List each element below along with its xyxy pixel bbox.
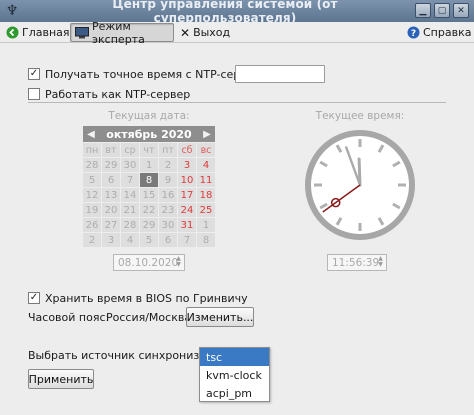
- calendar-day[interactable]: 29: [102, 158, 120, 172]
- calendar-day[interactable]: 7: [121, 173, 139, 187]
- calendar-day[interactable]: 4: [197, 158, 215, 172]
- current-time-caption: Текущее время:: [315, 110, 405, 122]
- calendar-day[interactable]: 3: [178, 158, 196, 172]
- help-button[interactable]: ? Справка: [403, 23, 474, 42]
- calendar-day[interactable]: 2: [159, 158, 177, 172]
- calendar-day[interactable]: 20: [102, 203, 120, 217]
- svg-text:?: ?: [411, 29, 416, 39]
- ntp-server-mode-label: Работать как NTP-сервер: [45, 88, 191, 101]
- monitor-icon: [75, 26, 89, 39]
- calendar-day[interactable]: 5: [83, 173, 101, 187]
- calendar-day[interactable]: 1: [197, 218, 215, 232]
- calendar-weekday: пн: [83, 143, 101, 157]
- close-x-icon: ✕: [180, 25, 191, 40]
- window-titlebar[interactable]: ♆ Центр управления системой (от суперпол…: [0, 0, 474, 25]
- calendar-day[interactable]: 28: [121, 218, 139, 232]
- calendar-day[interactable]: 30: [121, 158, 139, 172]
- calendar-grid: пн вт ср чт пт сб вс 28 29 30 1 2 3 4 5 6 7 8 9 10 11 12 13 14 1…: [83, 143, 215, 247]
- sync-source-option[interactable]: acpi_pm: [200, 384, 269, 402]
- ntp-server-mode-checkbox[interactable]: [28, 88, 40, 100]
- spin-arrows-icon[interactable]: ▲ ▼: [174, 256, 183, 269]
- calendar-day[interactable]: 3: [102, 233, 120, 247]
- bios-utc-checkbox[interactable]: ✓: [28, 292, 40, 304]
- calendar-header: ◀ октябрь 2020 ▶: [83, 126, 215, 142]
- calendar-day[interactable]: 28: [83, 158, 101, 172]
- calendar-day[interactable]: 14: [121, 188, 139, 202]
- calendar-day[interactable]: 13: [102, 188, 120, 202]
- calendar-day[interactable]: 12: [83, 188, 101, 202]
- expert-mode-label: Режим эксперта: [92, 19, 145, 46]
- calendar-weekday: чт: [140, 143, 158, 157]
- calendar-day[interactable]: 5: [140, 233, 158, 247]
- calendar-day[interactable]: 30: [159, 218, 177, 232]
- home-label: Главная: [22, 26, 70, 39]
- ntp-get-time-checkbox[interactable]: ✓: [28, 68, 40, 80]
- prev-month-icon[interactable]: ◀: [83, 129, 99, 140]
- timezone-label: Часовой пояс:: [28, 311, 110, 324]
- calendar-day[interactable]: 16: [159, 188, 177, 202]
- calendar-day[interactable]: 21: [121, 203, 139, 217]
- calendar-weekday: ср: [121, 143, 139, 157]
- calendar-weekday: вт: [102, 143, 120, 157]
- calendar-day[interactable]: 26: [83, 218, 101, 232]
- sync-source-dropdown[interactable]: tsc kvm-clock acpi_pm: [199, 347, 270, 402]
- help-icon: ?: [407, 26, 420, 39]
- current-date-caption: Текущая дата:: [108, 110, 190, 122]
- apply-button[interactable]: Применить: [28, 369, 94, 389]
- calendar-day[interactable]: 24: [178, 203, 196, 217]
- calendar-day[interactable]: 29: [140, 218, 158, 232]
- spin-arrows-icon[interactable]: ▲ ▼: [376, 256, 385, 269]
- home-button[interactable]: Главная: [2, 23, 74, 42]
- calendar-day[interactable]: 8: [197, 233, 215, 247]
- minimize-button[interactable]: ▁: [415, 3, 431, 18]
- time-spinbox[interactable]: 11:56:39 ▲ ▼: [327, 254, 387, 271]
- analog-clock: [305, 130, 415, 240]
- calendar-day[interactable]: 27: [102, 218, 120, 232]
- change-timezone-button[interactable]: Изменить...: [186, 307, 254, 327]
- bios-utc-label: Хранить время в BIOS по Гринвичу: [45, 292, 248, 305]
- calendar-weekday: сб: [178, 143, 196, 157]
- calendar-day[interactable]: 2: [83, 233, 101, 247]
- calendar-day[interactable]: 19: [83, 203, 101, 217]
- calendar-weekday: вс: [197, 143, 215, 157]
- home-arrow-icon: [6, 26, 19, 39]
- toolbar: Главная Режим эксперта ✕ Выход ? Справка: [0, 20, 474, 46]
- separator: [28, 102, 446, 103]
- expert-mode-button[interactable]: Режим эксперта: [70, 20, 174, 46]
- date-value: 08.10.2020: [118, 256, 179, 269]
- ntp-server-input[interactable]: [235, 65, 325, 83]
- calendar-day[interactable]: 8: [140, 173, 158, 187]
- next-month-icon[interactable]: ▶: [199, 129, 215, 140]
- help-label: Справка: [423, 26, 472, 39]
- maximize-button[interactable]: ▢: [434, 3, 450, 18]
- calendar-month-year: октябрь 2020: [99, 128, 199, 141]
- sync-source-option[interactable]: kvm-clock: [200, 366, 269, 384]
- exit-button[interactable]: ✕ Выход: [176, 23, 234, 42]
- close-button[interactable]: ✕: [453, 3, 469, 18]
- app-logo-icon: ♆: [5, 3, 19, 19]
- sync-source-option[interactable]: tsc: [200, 348, 269, 366]
- calendar-weekday: пт: [159, 143, 177, 157]
- calendar-day[interactable]: 18: [197, 188, 215, 202]
- calendar-day[interactable]: 6: [159, 233, 177, 247]
- calendar-day[interactable]: 9: [159, 173, 177, 187]
- calendar-day[interactable]: 10: [178, 173, 196, 187]
- exit-label: Выход: [193, 26, 231, 39]
- calendar-month: октябрь: [106, 127, 158, 141]
- calendar-day[interactable]: 1: [140, 158, 158, 172]
- calendar-day[interactable]: 25: [197, 203, 215, 217]
- calendar-day[interactable]: 22: [140, 203, 158, 217]
- time-value: 11:56:39: [332, 256, 380, 269]
- timezone-value: Россия/Москва: [106, 311, 192, 324]
- calendar-day[interactable]: 23: [159, 203, 177, 217]
- date-spinbox[interactable]: 08.10.2020 ▲ ▼: [113, 254, 185, 271]
- calendar-day[interactable]: 4: [121, 233, 139, 247]
- calendar-day[interactable]: 15: [140, 188, 158, 202]
- calendar-day[interactable]: 6: [102, 173, 120, 187]
- calendar-day[interactable]: 11: [197, 173, 215, 187]
- calendar-day[interactable]: 31: [178, 218, 196, 232]
- calendar-day[interactable]: 17: [178, 188, 196, 202]
- calendar-day[interactable]: 7: [178, 233, 196, 247]
- calendar-year: 2020: [161, 127, 192, 141]
